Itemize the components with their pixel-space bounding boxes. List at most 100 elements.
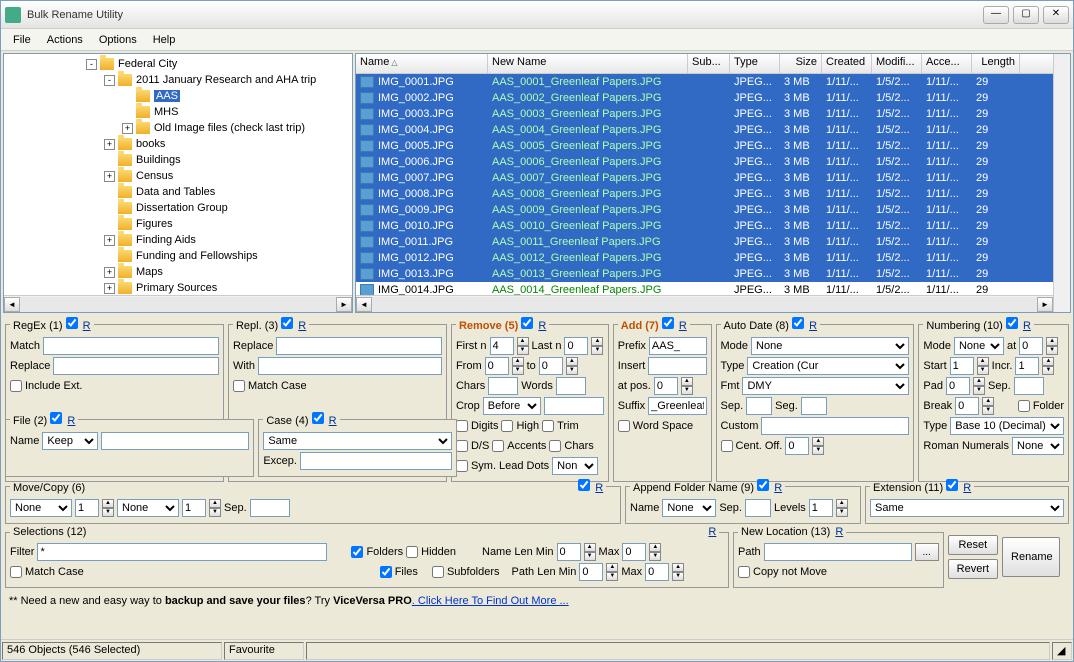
regex-match-input[interactable] — [43, 337, 219, 355]
selections-reset[interactable]: R — [708, 526, 716, 538]
file-row[interactable]: IMG_0002.JPGAAS_0002_Greenleaf Papers.JP… — [356, 90, 1053, 106]
movecopy-enable[interactable] — [578, 479, 590, 491]
file-row[interactable]: IMG_0013.JPGAAS_0013_Greenleaf Papers.JP… — [356, 266, 1053, 282]
remove-accents[interactable] — [492, 440, 504, 452]
file-name-input[interactable] — [101, 432, 249, 450]
file-row[interactable]: IMG_0003.JPGAAS_0003_Greenleaf Papers.JP… — [356, 106, 1053, 122]
file-row[interactable]: IMG_0006.JPGAAS_0006_Greenleaf Papers.JP… — [356, 154, 1053, 170]
repl-replace-input[interactable] — [276, 337, 442, 355]
rename-button[interactable]: Rename — [1002, 537, 1060, 577]
appendfolder-name-select[interactable]: None — [662, 499, 716, 517]
appendfolder-levels-input[interactable] — [809, 499, 833, 517]
extension-reset[interactable]: R — [963, 482, 971, 494]
numbering-incr-input[interactable] — [1015, 357, 1039, 375]
file-row[interactable]: IMG_0008.JPGAAS_0008_Greenleaf Papers.JP… — [356, 186, 1053, 202]
menu-actions[interactable]: Actions — [39, 32, 91, 48]
repl-enable[interactable] — [281, 317, 293, 329]
tree-item[interactable]: +books — [6, 136, 350, 152]
autodate-sep-input[interactable] — [746, 397, 772, 415]
remove-chars2[interactable] — [549, 440, 561, 452]
add-reset[interactable]: R — [679, 320, 687, 332]
tree-item[interactable]: Buildings — [6, 152, 350, 168]
remove-enable[interactable] — [521, 317, 533, 329]
regex-include-ext[interactable] — [10, 380, 22, 392]
regex-replace-input[interactable] — [53, 357, 219, 375]
autodate-off-input[interactable] — [785, 437, 809, 455]
appendfolder-reset[interactable]: R — [774, 482, 782, 494]
selections-filter-input[interactable] — [37, 543, 327, 561]
repl-reset[interactable]: R — [298, 320, 306, 332]
revert-button[interactable]: Revert — [948, 559, 998, 579]
movecopy-mode2[interactable]: None — [117, 499, 179, 517]
remove-crop-select[interactable]: Before — [483, 397, 541, 415]
numbering-at-input[interactable] — [1019, 337, 1043, 355]
list-vscroll[interactable] — [1053, 54, 1070, 312]
add-wordspace[interactable] — [618, 420, 630, 432]
remove-to[interactable] — [539, 357, 563, 375]
numbering-break-input[interactable] — [955, 397, 979, 415]
extension-mode-select[interactable]: Same — [870, 499, 1064, 517]
newlocation-browse-button[interactable]: ... — [915, 543, 939, 561]
selections-hidden[interactable] — [406, 546, 418, 558]
movecopy-reset[interactable]: R — [595, 482, 603, 494]
case-mode-select[interactable]: Same — [263, 432, 452, 450]
tree-item[interactable]: +Primary Sources — [6, 280, 350, 295]
file-row[interactable]: IMG_0004.JPGAAS_0004_Greenleaf Papers.JP… — [356, 122, 1053, 138]
col-sub[interactable]: Sub... — [688, 54, 730, 73]
selections-subfolders[interactable] — [432, 566, 444, 578]
newlocation-reset[interactable]: R — [835, 526, 843, 538]
file-row[interactable]: IMG_0001.JPGAAS_0001_Greenleaf Papers.JP… — [356, 74, 1053, 90]
numbering-start-input[interactable] — [950, 357, 974, 375]
remove-chars-input[interactable] — [488, 377, 518, 395]
col-accessed[interactable]: Acce... — [922, 54, 972, 73]
file-row[interactable]: IMG_0010.JPGAAS_0010_Greenleaf Papers.JP… — [356, 218, 1053, 234]
remove-firstn[interactable] — [490, 337, 514, 355]
tree-item[interactable]: Dissertation Group — [6, 200, 350, 216]
remove-trim[interactable] — [542, 420, 554, 432]
tree-item[interactable]: Funding and Fellowships — [6, 248, 350, 264]
add-enable[interactable] — [662, 317, 674, 329]
add-atpos-input[interactable] — [654, 377, 678, 395]
col-size[interactable]: Size — [780, 54, 822, 73]
remove-words-input[interactable] — [556, 377, 586, 395]
remove-from[interactable] — [485, 357, 509, 375]
selections-files[interactable] — [380, 566, 392, 578]
file-reset[interactable]: R — [67, 415, 75, 427]
menu-file[interactable]: File — [5, 32, 39, 48]
remove-lastn[interactable] — [564, 337, 588, 355]
maximize-button[interactable]: ▢ — [1013, 6, 1039, 24]
selections-folders[interactable] — [351, 546, 363, 558]
file-row[interactable]: IMG_0005.JPGAAS_0005_Greenleaf Papers.JP… — [356, 138, 1053, 154]
file-row[interactable]: IMG_0014.JPGAAS_0014_Greenleaf Papers.JP… — [356, 282, 1053, 295]
regex-enable[interactable] — [66, 317, 78, 329]
resize-grip[interactable]: ◢ — [1052, 642, 1072, 660]
numbering-reset[interactable]: R — [1023, 320, 1031, 332]
file-list-body[interactable]: IMG_0001.JPGAAS_0001_Greenleaf Papers.JP… — [356, 74, 1053, 295]
file-row[interactable]: IMG_0012.JPGAAS_0012_Greenleaf Papers.JP… — [356, 250, 1053, 266]
col-name[interactable]: Name△ — [356, 54, 488, 73]
tree-item[interactable]: -2011 January Research and AHA trip — [6, 72, 350, 88]
autodate-type-select[interactable]: Creation (Cur — [747, 357, 909, 375]
col-created[interactable]: Created — [822, 54, 872, 73]
col-type[interactable]: Type — [730, 54, 780, 73]
file-row[interactable]: IMG_0007.JPGAAS_0007_Greenleaf Papers.JP… — [356, 170, 1053, 186]
tree-item[interactable]: Figures — [6, 216, 350, 232]
movecopy-n2[interactable] — [182, 499, 206, 517]
add-insert-input[interactable] — [648, 357, 706, 375]
extension-enable[interactable] — [946, 479, 958, 491]
autodate-mode-select[interactable]: None — [751, 337, 909, 355]
col-length[interactable]: Length — [972, 54, 1020, 73]
add-suffix-input[interactable] — [648, 397, 706, 415]
numbering-folder[interactable] — [1018, 400, 1030, 412]
close-button[interactable]: ✕ — [1043, 6, 1069, 24]
selections-matchcase[interactable] — [10, 566, 22, 578]
remove-ds[interactable] — [456, 440, 468, 452]
col-newname[interactable]: New Name — [488, 54, 688, 73]
autodate-reset[interactable]: R — [809, 320, 817, 332]
appendfolder-enable[interactable] — [757, 479, 769, 491]
tree-item[interactable]: AAS — [6, 88, 350, 104]
movecopy-sep-input[interactable] — [250, 499, 290, 517]
movecopy-n1[interactable] — [75, 499, 99, 517]
tree-item[interactable]: +Maps — [6, 264, 350, 280]
menu-options[interactable]: Options — [91, 32, 145, 48]
